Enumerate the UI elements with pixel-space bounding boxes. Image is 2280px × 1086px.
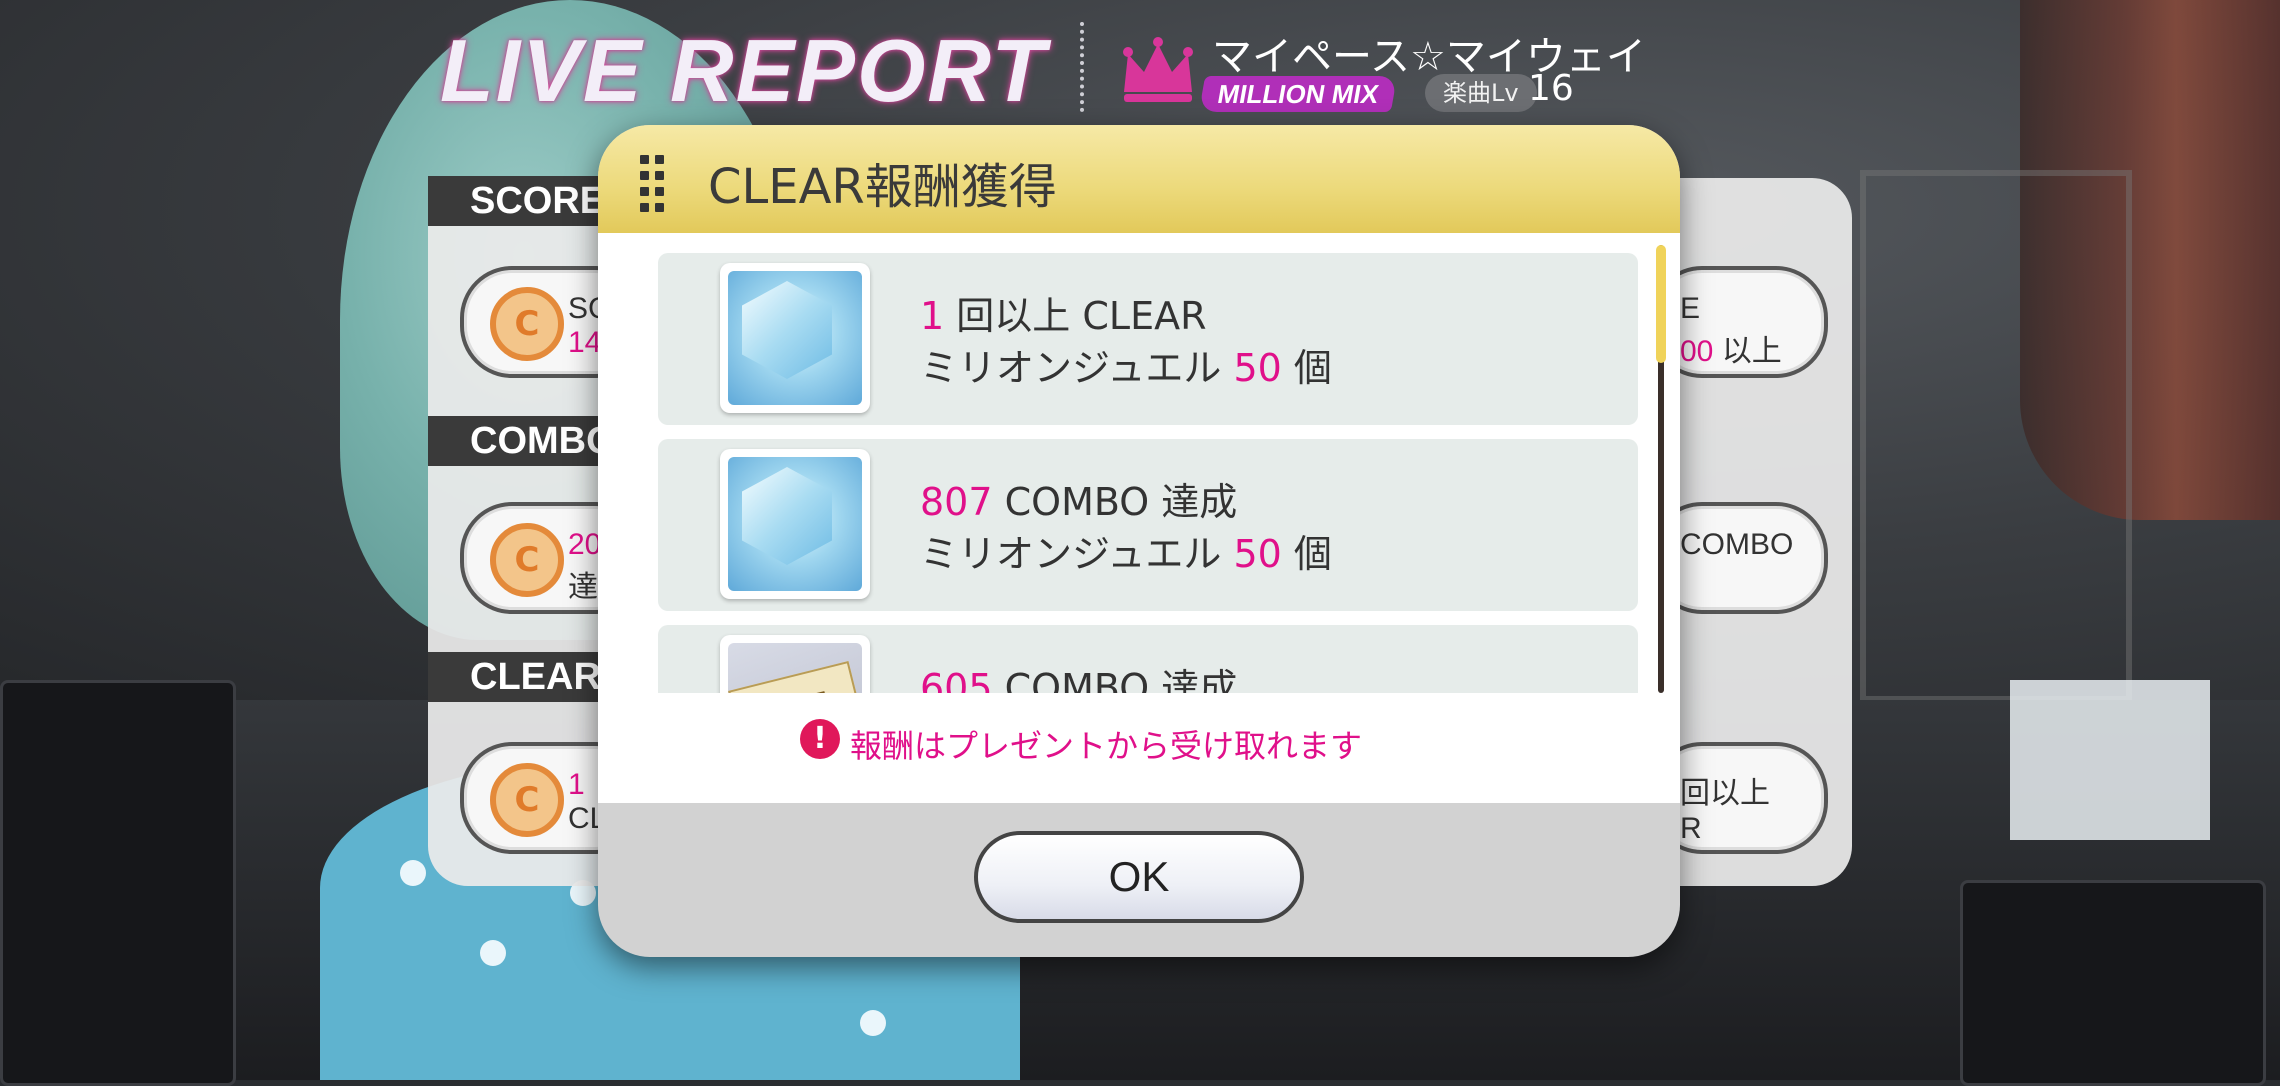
alert-icon: ! (800, 719, 840, 759)
header-divider (1080, 22, 1084, 112)
clear-goal-right-text: 回以上 R (1680, 777, 1770, 845)
notice-text: 報酬はプレゼントから受け取れます (850, 727, 1363, 765)
dialog-header: CLEAR報酬獲得 (598, 125, 1680, 233)
scrollbar-thumb[interactable] (1656, 245, 1666, 363)
reward-item: ミリオンジュエル 50 個 (920, 346, 1332, 390)
dialog-body: 1 回以上 CLEAR ミリオンジュエル 50 個 807 COMBO 達成 ミ… (598, 233, 1680, 803)
song-title: マイペース☆マイウェイ (1212, 34, 1646, 80)
million-jewel-icon (720, 449, 870, 599)
reward-condition: 605 COMBO 達成 (920, 666, 1238, 693)
clear-reward-dialog: CLEAR報酬獲得 1 回以上 CLEAR ミリオンジュエル 50 個 807 … (598, 125, 1680, 957)
dress-dot (860, 1010, 886, 1036)
dialog-title: CLEAR報酬獲得 (708, 159, 1057, 215)
live-report-title: LIVE REPORT (440, 21, 1048, 120)
crown-icon (1123, 37, 1193, 102)
dress-dot (400, 860, 426, 886)
ticket-icon: TICKET (720, 635, 870, 693)
medal-icon: C (490, 287, 564, 361)
drag-handle-icon[interactable] (640, 155, 668, 212)
background-truss (1860, 170, 2132, 702)
reward-row: TICKET 605 COMBO 達成 (658, 625, 1638, 693)
reward-item: ミリオンジュエル 50 個 (920, 532, 1332, 576)
reward-list[interactable]: 1 回以上 CLEAR ミリオンジュエル 50 個 807 COMBO 達成 ミ… (658, 245, 1640, 693)
reward-row: 1 回以上 CLEAR ミリオンジュエル 50 個 (658, 253, 1638, 425)
background-monitor (2010, 680, 2210, 840)
combo-goal-text: 20 達 (568, 528, 602, 604)
level-label: 楽曲Lv (1425, 74, 1537, 112)
equipment-case (0, 680, 236, 1086)
medal-icon: C (490, 763, 564, 837)
reward-condition: 1 回以上 CLEAR (920, 294, 1207, 338)
medal-icon: C (490, 523, 564, 597)
reward-row: 807 COMBO 達成 ミリオンジュエル 50 個 (658, 439, 1638, 611)
score-goal-right-text: E 00 以上 (1680, 292, 1782, 368)
equipment-case (1960, 880, 2266, 1086)
combo-goal-right-text: COMBO (1680, 528, 1794, 561)
reward-condition: 807 COMBO 達成 (920, 480, 1238, 524)
dress-dot (480, 940, 506, 966)
ok-button[interactable]: OK (974, 831, 1304, 923)
difficulty-badge: MILLION MIX (1198, 76, 1398, 112)
million-jewel-icon (720, 263, 870, 413)
level-value: 16 (1528, 68, 1574, 109)
